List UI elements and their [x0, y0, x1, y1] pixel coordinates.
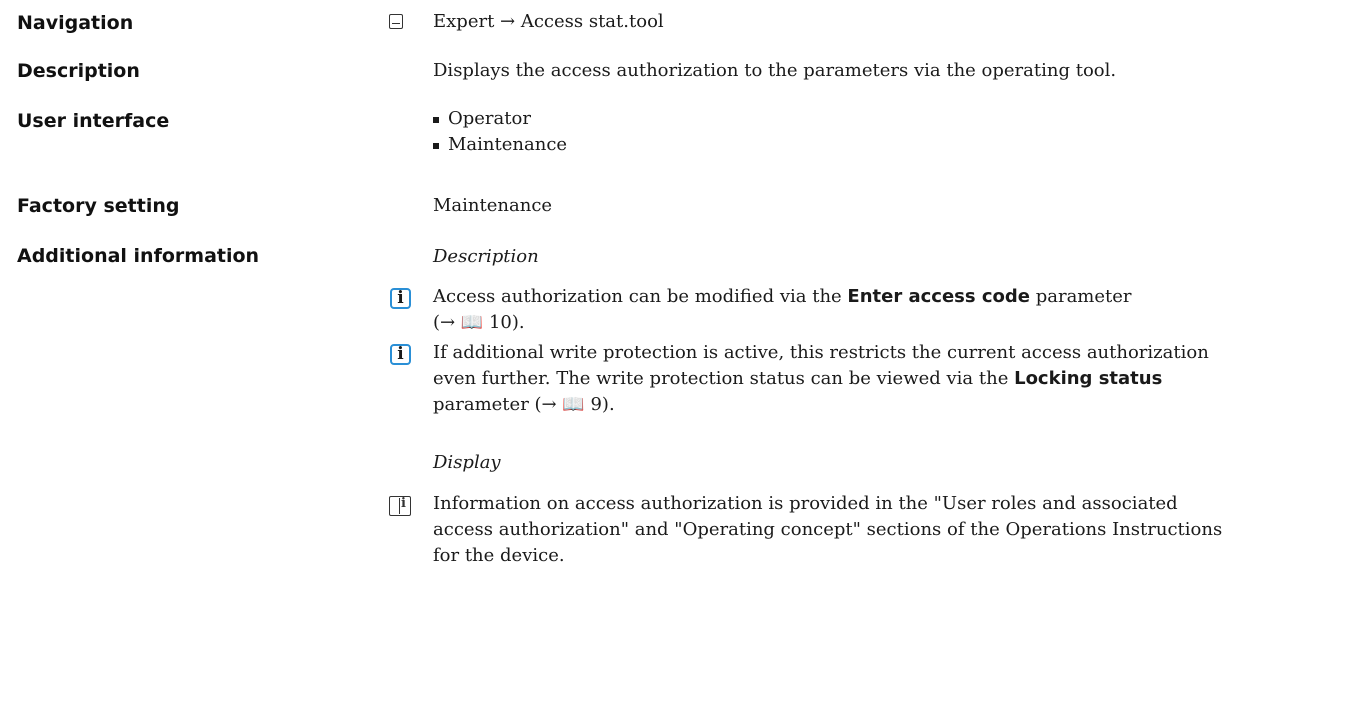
page-reference: parameter (→ 📖 9).: [433, 394, 615, 415]
menu-icon: [389, 14, 403, 29]
description-text: Displays the access authorization to the…: [433, 60, 1117, 81]
note-access-code: Access authorization can be modified via…: [433, 286, 1132, 333]
user-interface-options: Operator Maintenance: [433, 106, 567, 158]
option-item: Maintenance: [433, 132, 567, 158]
note-operating-instructions: Information on access authorization is p…: [433, 493, 1223, 566]
note-write-protection: If additional write protection is active…: [433, 342, 1209, 415]
book-icon: [389, 496, 411, 516]
option-item: Operator: [433, 106, 567, 132]
display-subheading: Display: [433, 452, 501, 473]
user-interface-label: User interface: [17, 110, 170, 132]
description-subheading: Description: [433, 246, 539, 267]
info-icon: i: [390, 288, 411, 309]
locking-status-link: Locking status: [1014, 368, 1163, 389]
navigation-path: Expert → Access stat.tool: [433, 11, 664, 32]
info-icon: i: [390, 344, 411, 365]
page-reference: (→ 📖 10).: [433, 312, 525, 333]
navigation-label: Navigation: [17, 12, 134, 34]
enter-access-code-link: Enter access code: [847, 286, 1030, 307]
additional-information-label: Additional information: [17, 245, 260, 267]
description-label: Description: [17, 60, 140, 82]
factory-setting-label: Factory setting: [17, 195, 180, 217]
factory-setting-value: Maintenance: [433, 195, 553, 216]
